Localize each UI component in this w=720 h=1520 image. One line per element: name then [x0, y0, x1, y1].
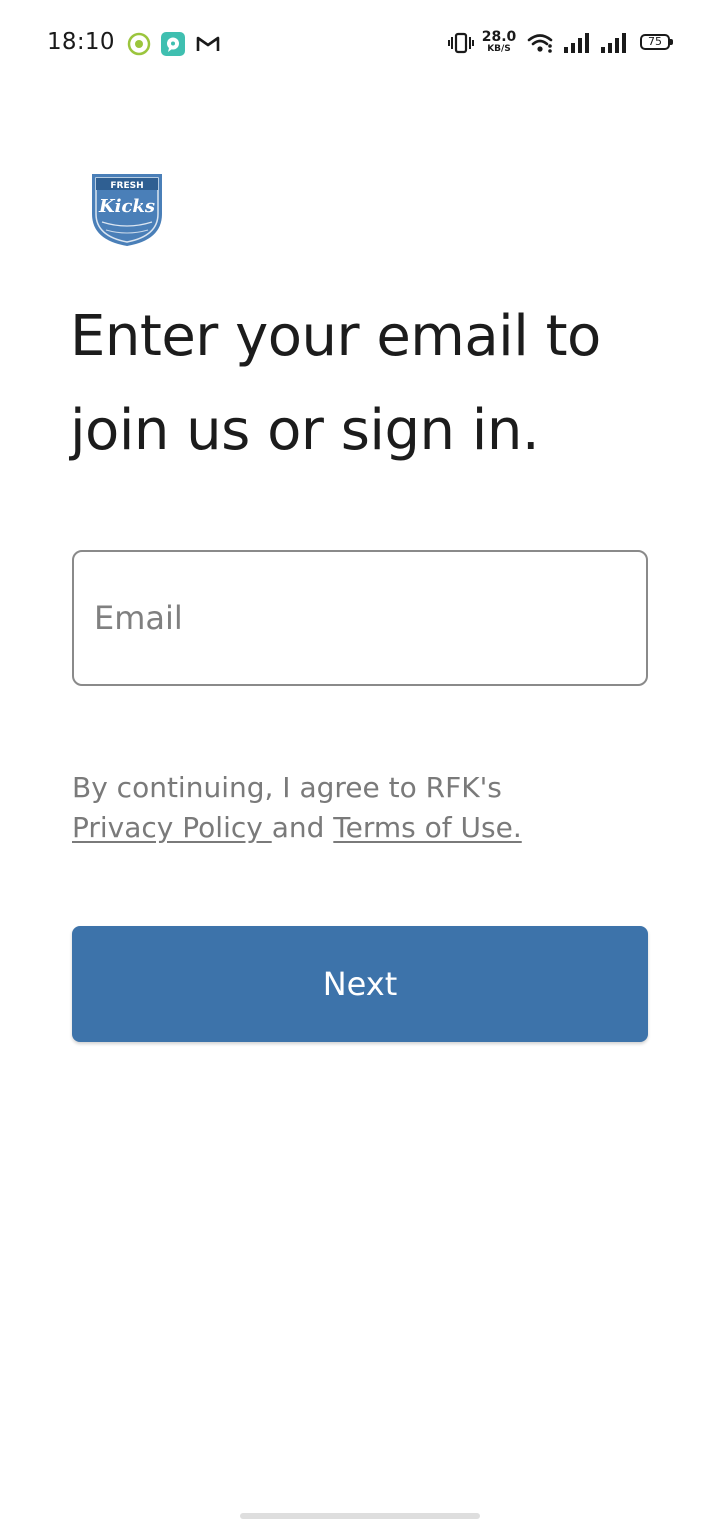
- page-heading: Enter your email to join us or sign in.: [70, 290, 670, 478]
- status-time: 18:10: [47, 29, 115, 55]
- logo-text-main: Kicks: [98, 196, 155, 217]
- heading-line-1: Enter your email to: [70, 304, 601, 369]
- legal-and-text: and: [271, 811, 334, 844]
- signal-icon: [563, 33, 591, 57]
- network-speed: 28.0 KB/S: [481, 30, 517, 54]
- vibrate-icon: [448, 32, 474, 58]
- next-button[interactable]: Next: [72, 926, 648, 1042]
- status-bar: 18:10 28.0 KB/S 75: [0, 0, 720, 88]
- heading-line-2: join us or sign in.: [70, 398, 540, 463]
- chat-bubble-icon: [161, 32, 185, 56]
- privacy-policy-link[interactable]: Privacy Policy: [72, 811, 272, 844]
- legal-notice: By continuing, I agree to RFK's Privacy …: [72, 768, 672, 848]
- wifi-icon: [527, 32, 555, 58]
- home-indicator[interactable]: [240, 1513, 480, 1519]
- battery-icon: 75: [640, 34, 673, 50]
- network-speed-value: 28.0: [481, 29, 517, 45]
- terms-of-use-link[interactable]: Terms of Use.: [333, 811, 521, 844]
- network-speed-unit: KB/S: [487, 44, 511, 54]
- signal-icon: [600, 33, 628, 57]
- legal-intro-text: By continuing, I agree to RFK's: [72, 771, 502, 804]
- email-input[interactable]: [72, 550, 648, 686]
- fresh-kicks-logo-icon: FRESH Kicks: [88, 170, 166, 248]
- logo-text-top: FRESH: [110, 181, 143, 191]
- gmail-icon: [196, 32, 220, 56]
- record-icon: [127, 32, 151, 56]
